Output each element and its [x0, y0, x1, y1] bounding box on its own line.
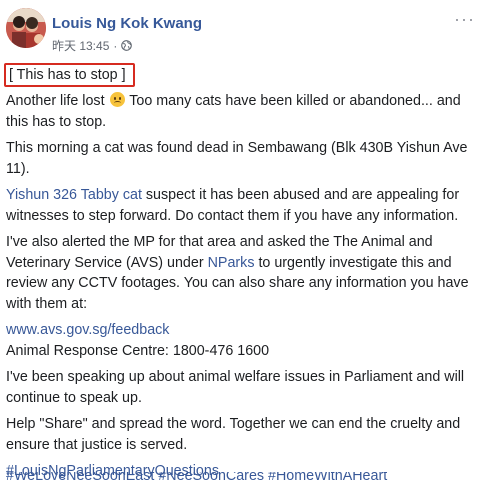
paragraph-4: I've also alerted the MP for that area a… [6, 232, 480, 314]
paragraph-6: Help "Share" and spread the word. Togeth… [6, 416, 461, 453]
nparks-link[interactable]: NParks [208, 255, 255, 271]
post-title-highlight: [ This has to stop ] [4, 63, 135, 87]
paragraph-2: This morning a cat was found dead in Sem… [6, 140, 468, 177]
avs-feedback-link[interactable]: www.avs.gov.sg/feedback [6, 322, 169, 338]
hashtags-link[interactable]: #WeLoveNeeSoonEast #NeeSoonCares #HomeWi… [6, 472, 387, 484]
facebook-post: Louis Ng Kok Kwang 昨天 13:45 · ··· [ This… [0, 0, 484, 488]
post-header: Louis Ng Kok Kwang 昨天 13:45 · ··· [6, 8, 476, 58]
avs-feedback-paragraph: www.avs.gov.sg/feedback [6, 320, 480, 341]
hashtag-line-2-clipped: #WeLoveNeeSoonEast #NeeSoonCares #HomeWi… [6, 472, 480, 488]
post-meta: 昨天 13:45 · [52, 37, 133, 54]
post-body: [ This has to stop ] Another life lost T… [4, 63, 480, 482]
avatar[interactable] [6, 8, 46, 48]
paragraph-5: I've been speaking up about animal welfa… [6, 369, 465, 406]
paragraph-1: Another life lost Too many cats have bee… [6, 91, 480, 132]
meta-separator: · [113, 38, 118, 53]
globe-icon[interactable] [121, 40, 133, 51]
para1-start: Another life lost [6, 93, 105, 109]
post-timestamp[interactable]: 昨天 13:45 [52, 37, 109, 54]
more-options-icon[interactable]: ··· [454, 10, 474, 28]
hotline-line: Animal Response Centre: 1800-476 1600 [6, 342, 270, 359]
author-name[interactable]: Louis Ng Kok Kwang [52, 15, 202, 32]
avatar-photo [6, 8, 46, 48]
yishun-326-tabby-cat-link[interactable]: Yishun 326 Tabby cat [6, 187, 142, 203]
paragraph-3: Yishun 326 Tabby cat suspect it has been… [6, 185, 480, 226]
sad-face-emoji-icon [109, 92, 125, 107]
